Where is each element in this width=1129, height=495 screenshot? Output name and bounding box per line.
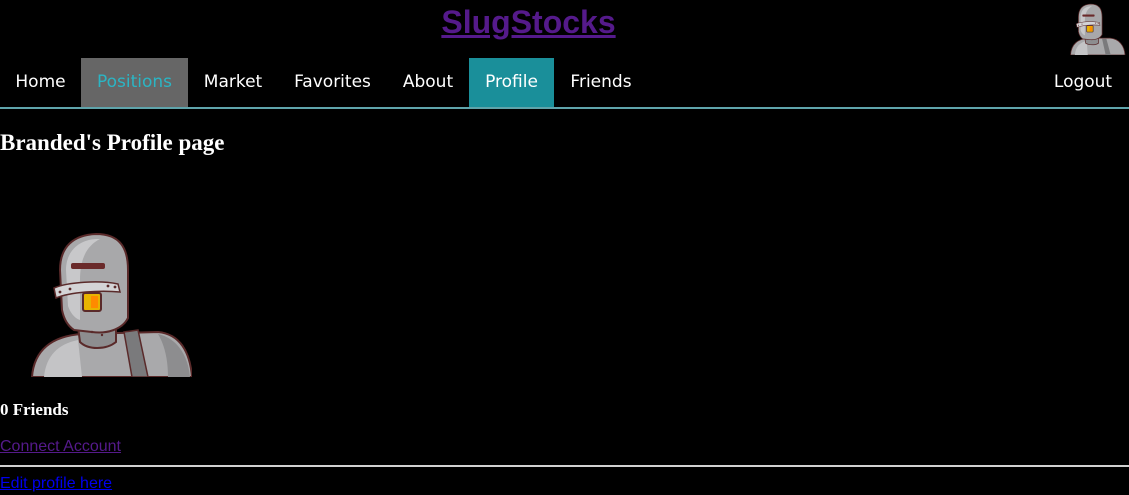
connect-account-link[interactable]: Connect Account xyxy=(0,437,121,457)
site-title-link[interactable]: SlugStocks xyxy=(441,4,615,40)
nav-about[interactable]: About xyxy=(387,58,469,107)
nav-logout[interactable]: Logout xyxy=(1038,58,1128,107)
robot-avatar-icon xyxy=(30,232,192,377)
site-title: SlugStocks xyxy=(0,2,1057,42)
nav-market[interactable]: Market xyxy=(188,58,278,107)
divider xyxy=(0,465,1129,467)
nav-favorites[interactable]: Favorites xyxy=(278,58,387,107)
nav-home[interactable]: Home xyxy=(0,58,81,107)
nav-friends[interactable]: Friends xyxy=(554,58,648,107)
user-avatar-icon[interactable] xyxy=(1066,3,1126,55)
nav-positions[interactable]: Positions xyxy=(81,58,188,107)
page-title: Branded's Profile page xyxy=(0,130,225,155)
page: SlugStocks Home Positions Market Favorit… xyxy=(0,0,1129,495)
nav-bar: Home Positions Market Favorites About Pr… xyxy=(0,58,1129,109)
nav-profile[interactable]: Profile xyxy=(469,58,554,107)
edit-profile-link[interactable]: Edit profile here xyxy=(0,474,112,494)
friends-count: 0 Friends xyxy=(0,400,69,419)
